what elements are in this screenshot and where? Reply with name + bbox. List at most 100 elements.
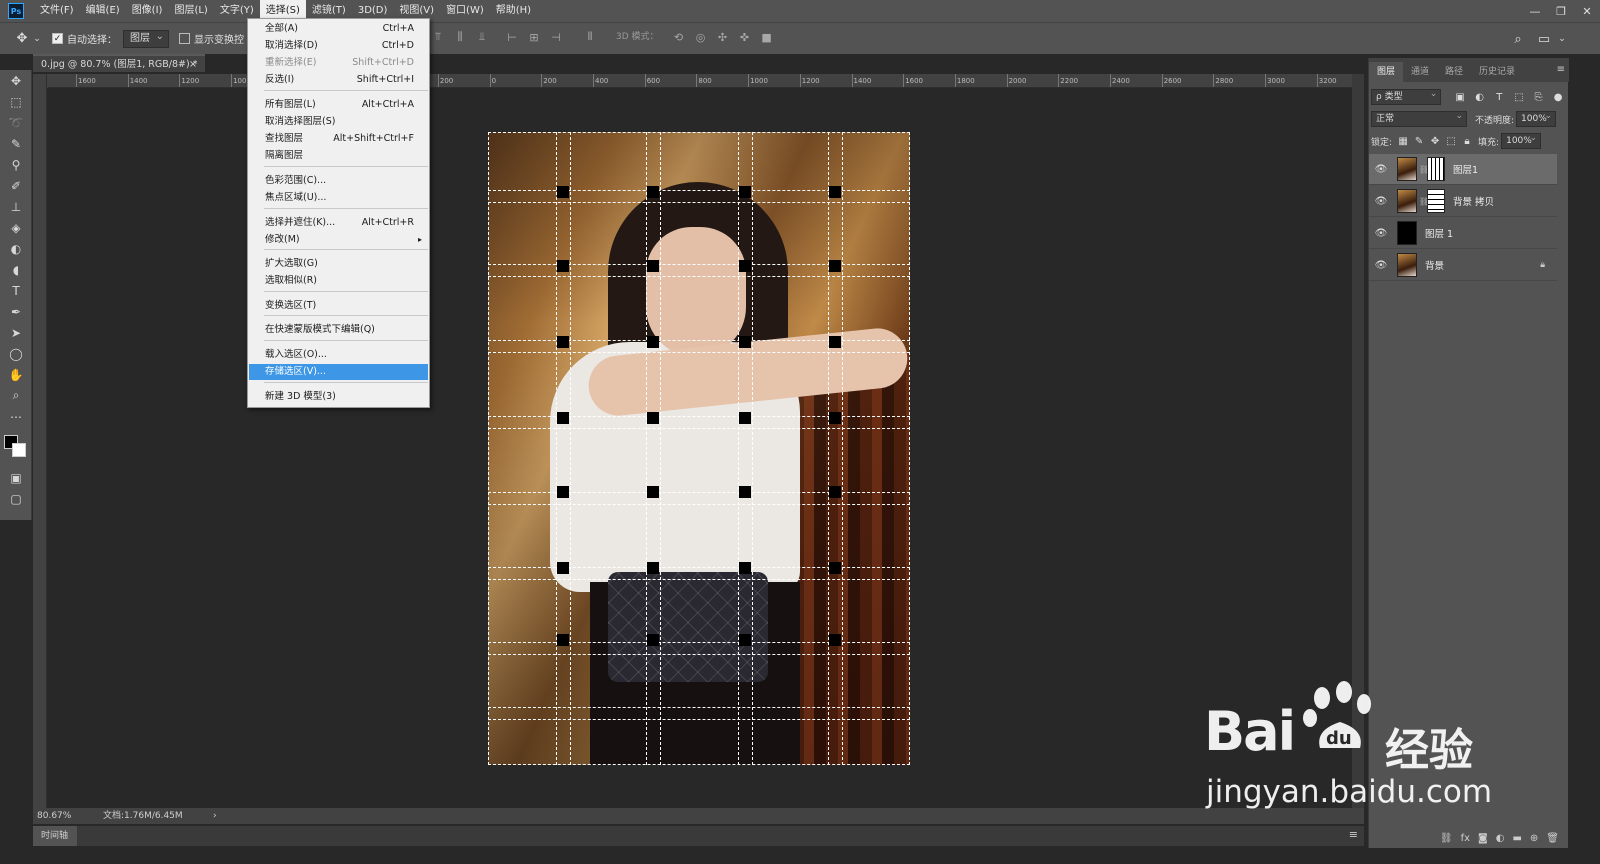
- tab-layers[interactable]: 图层: [1369, 62, 1404, 82]
- stamp-tool-icon[interactable]: ⊥: [0, 196, 32, 217]
- tab-paths[interactable]: 路径: [1437, 62, 1471, 82]
- move-tool-icon[interactable]: ✥: [12, 29, 32, 49]
- select-menu-item[interactable]: 重新选择(E) Shift+Ctrl+D: [249, 55, 428, 71]
- brush-tool-icon[interactable]: ✐: [0, 175, 32, 196]
- background-color-swatch[interactable]: [12, 443, 26, 457]
- layer-mask-thumbnail[interactable]: [1427, 157, 1445, 181]
- select-menu-item[interactable]: 反选(I) Shift+Ctrl+I: [249, 72, 428, 88]
- tab-history[interactable]: 历史记录: [1471, 62, 1523, 82]
- status-menu-arrow[interactable]: ›: [213, 808, 217, 824]
- filter-adjust-icon[interactable]: ◐: [1473, 90, 1487, 104]
- more-tools-icon[interactable]: ⋯: [0, 406, 32, 427]
- filter-pixel-icon[interactable]: ▣: [1453, 90, 1467, 104]
- visibility-eye-icon[interactable]: 👁︎: [1369, 164, 1393, 175]
- workspace-icon[interactable]: ▭: [1534, 29, 1554, 49]
- select-menu-item[interactable]: 存储选区(V)...: [249, 364, 428, 380]
- eyedropper-tool-icon[interactable]: ⚲: [0, 154, 32, 175]
- filter-type-icon[interactable]: T: [1492, 90, 1506, 104]
- layer-style-icon[interactable]: fx: [1461, 833, 1470, 844]
- hand-tool-icon[interactable]: ✋: [0, 364, 32, 385]
- close-button[interactable]: ✕: [1574, 0, 1600, 22]
- quick-mask-icon[interactable]: ▣: [0, 467, 32, 488]
- layer-row[interactable]: 👁︎ ⛓︎ 背景 拷贝: [1369, 186, 1557, 217]
- visibility-eye-icon[interactable]: 👁︎: [1369, 228, 1393, 239]
- align-top-icon[interactable]: ⫪: [430, 29, 446, 45]
- select-menu-item[interactable]: 在快速蒙版模式下编辑(Q): [249, 322, 428, 338]
- filter-toggle-icon[interactable]: ●: [1551, 90, 1565, 104]
- adjustment-layer-icon[interactable]: ◐: [1496, 833, 1505, 844]
- align-left-icon[interactable]: ⊢: [504, 29, 520, 45]
- auto-select-dropdown[interactable]: 图层: [123, 29, 169, 48]
- search-icon[interactable]: ⌕: [1508, 29, 1528, 49]
- path-select-tool-icon[interactable]: ➤: [0, 322, 32, 343]
- layer-filter-dropdown[interactable]: ρ 类型: [1371, 87, 1442, 105]
- distribute-icon[interactable]: ⦀: [582, 29, 598, 45]
- select-menu-item[interactable]: 选择并遮住(K)... Alt+Ctrl+R: [249, 215, 428, 231]
- screen-mode-icon[interactable]: ▢: [0, 488, 32, 509]
- link-chain-icon[interactable]: ⛓︎: [1419, 197, 1429, 206]
- lock-pixels-icon[interactable]: ✎: [1412, 134, 1426, 148]
- select-menu-item[interactable]: 所有图层(L) Alt+Ctrl+A: [249, 97, 428, 113]
- slide-3d-icon[interactable]: ✜: [737, 29, 753, 45]
- lock-position-icon[interactable]: ✥: [1428, 134, 1442, 148]
- dodge-tool-icon[interactable]: ◖: [0, 259, 32, 280]
- drag-3d-icon[interactable]: ✣: [715, 29, 731, 45]
- scale-3d-icon[interactable]: ■: [759, 29, 775, 45]
- roll-3d-icon[interactable]: ◎: [693, 29, 709, 45]
- orbit-3d-icon[interactable]: ⟲: [671, 29, 687, 45]
- workspace-dropdown-icon[interactable]: ⌄: [1552, 29, 1572, 49]
- select-menu-item[interactable]: 取消选择(D) Ctrl+D: [249, 38, 428, 54]
- opacity-input[interactable]: 100%: [1516, 109, 1557, 127]
- align-hcenter-icon[interactable]: ⊞: [526, 29, 542, 45]
- type-tool-icon[interactable]: T: [0, 280, 32, 301]
- menu-help[interactable]: 帮助(H): [490, 0, 537, 22]
- menu-edit[interactable]: 编辑(E): [80, 0, 126, 22]
- auto-select-checkbox[interactable]: ✓: [52, 33, 63, 44]
- gradient-tool-icon[interactable]: ◐: [0, 238, 32, 259]
- ellipse-tool-icon[interactable]: ◯: [0, 343, 32, 364]
- align-vcenter-icon[interactable]: ⫼: [452, 29, 468, 45]
- layer-row[interactable]: 👁︎ ⛓︎ 图层1: [1369, 154, 1557, 185]
- select-menu-item[interactable]: 新建 3D 模型(3): [249, 389, 428, 405]
- tool-preset-dropdown-icon[interactable]: ⌄: [32, 29, 42, 49]
- marquee-tool-icon[interactable]: ⬚: [0, 91, 32, 112]
- link-chain-icon[interactable]: ⛓︎: [1419, 165, 1429, 174]
- menu-window[interactable]: 窗口(W): [440, 0, 490, 22]
- lock-all-icon[interactable]: 🔒︎: [1460, 134, 1474, 148]
- align-right-icon[interactable]: ⊣: [548, 29, 564, 45]
- menu-layer[interactable]: 图层(L): [168, 0, 213, 22]
- select-menu-item[interactable]: 取消选择图层(S): [249, 114, 428, 130]
- visibility-eye-icon[interactable]: 👁︎: [1369, 260, 1393, 271]
- add-mask-icon[interactable]: ◙: [1478, 833, 1488, 844]
- delete-layer-icon[interactable]: 🗑︎: [1546, 833, 1559, 844]
- select-menu-item[interactable]: 色彩范围(C)...: [249, 173, 428, 189]
- timeline-tab[interactable]: 时间轴: [33, 826, 77, 846]
- eraser-tool-icon[interactable]: ◈: [0, 217, 32, 238]
- timeline-menu-icon[interactable]: ≡: [1349, 828, 1358, 841]
- new-layer-icon[interactable]: ⊕: [1530, 833, 1538, 844]
- vertical-ruler[interactable]: [33, 74, 47, 808]
- lasso-tool-icon[interactable]: ➰: [0, 112, 32, 133]
- fill-input[interactable]: 100%: [1501, 131, 1542, 149]
- horizontal-ruler[interactable]: 1600140012001000800600400200020040060080…: [48, 74, 1352, 88]
- align-bottom-icon[interactable]: ⫫: [474, 29, 490, 45]
- document-image[interactable]: [488, 132, 910, 765]
- select-menu-item[interactable]: 全部(A) Ctrl+A: [249, 21, 428, 37]
- select-menu-item[interactable]: 查找图层 Alt+Shift+Ctrl+F: [249, 131, 428, 147]
- show-transform-checkbox[interactable]: [179, 33, 190, 44]
- close-tab-icon[interactable]: ×: [189, 56, 197, 74]
- select-menu-item[interactable]: 焦点区域(U)...: [249, 190, 428, 206]
- menu-file[interactable]: 文件(F): [34, 0, 80, 22]
- new-group-icon[interactable]: ▬: [1512, 833, 1521, 844]
- select-menu-item[interactable]: 修改(M) ▸: [249, 232, 428, 248]
- visibility-eye-icon[interactable]: 👁︎: [1369, 196, 1393, 207]
- layer-mask-thumbnail[interactable]: [1427, 189, 1445, 213]
- tab-channels[interactable]: 通道: [1403, 62, 1437, 82]
- move-tool-icon[interactable]: ✥: [0, 70, 32, 91]
- filter-smart-icon[interactable]: ⎘: [1532, 90, 1546, 104]
- restore-button[interactable]: ❐: [1548, 0, 1574, 22]
- pen-tool-icon[interactable]: ✒: [0, 301, 32, 322]
- select-menu-item[interactable]: 扩大选取(G): [249, 256, 428, 272]
- blend-mode-dropdown[interactable]: 正常: [1371, 109, 1467, 127]
- panel-menu-icon[interactable]: ≡: [1557, 64, 1565, 75]
